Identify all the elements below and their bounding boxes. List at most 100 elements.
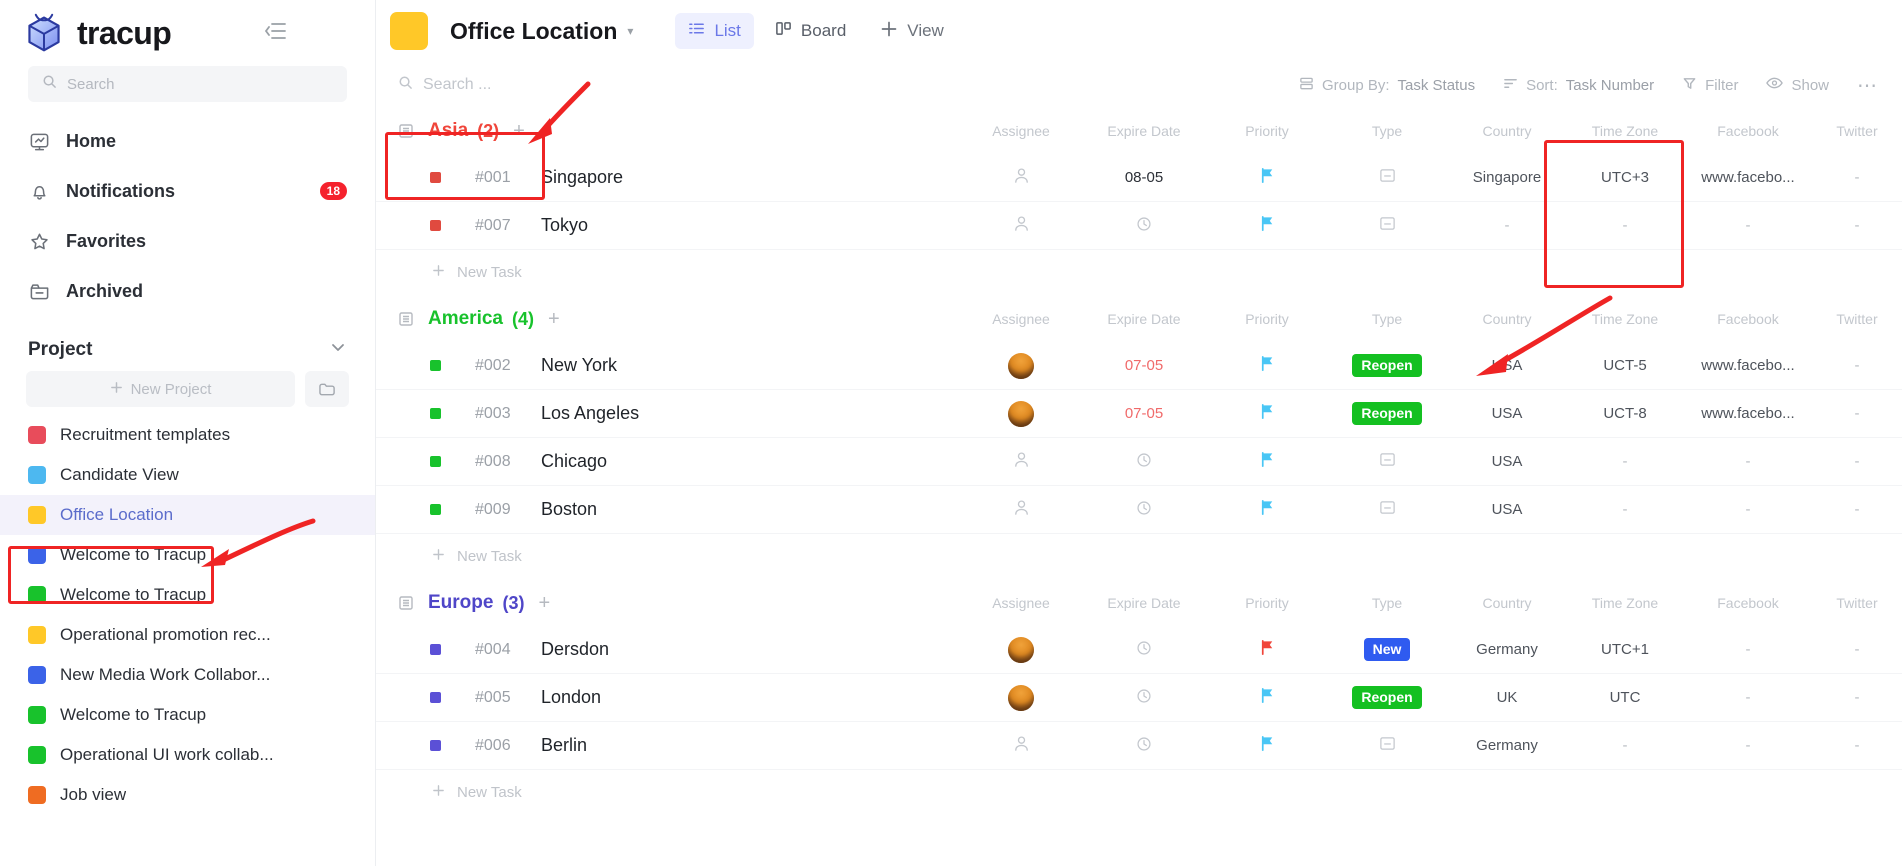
- cell-time-zone[interactable]: -: [1566, 450, 1684, 473]
- column-header-expire-date[interactable]: Expire Date: [1080, 123, 1208, 139]
- group-by-button[interactable]: Group By: Task Status: [1299, 76, 1475, 95]
- cell-priority[interactable]: [1208, 401, 1326, 427]
- cell-twitter[interactable]: -: [1812, 734, 1902, 757]
- sidebar-item-notifications[interactable]: Notifications 18: [0, 166, 375, 216]
- cell-assignee[interactable]: [962, 353, 1080, 379]
- table-row[interactable]: #001 Singapore 08-05: [376, 154, 1902, 202]
- table-row[interactable]: #006 Berlin: [376, 722, 1902, 770]
- new-task-button[interactable]: New Task: [376, 534, 1902, 578]
- cell-time-zone[interactable]: -: [1566, 214, 1684, 237]
- column-header-twitter[interactable]: Twitter: [1812, 595, 1902, 611]
- brand[interactable]: tracup: [0, 0, 375, 62]
- column-header-type[interactable]: Type: [1326, 595, 1448, 611]
- column-header-priority[interactable]: Priority: [1208, 123, 1326, 139]
- cell-facebook[interactable]: www.facebo...: [1684, 401, 1812, 427]
- sidebar-search-input[interactable]: Search: [28, 66, 347, 102]
- cell-expire-date[interactable]: [1080, 214, 1208, 237]
- cell-expire-date[interactable]: [1080, 685, 1208, 711]
- cell-time-zone[interactable]: UCT-8: [1566, 401, 1684, 427]
- table-row[interactable]: #002 New York 07-05 Reopen: [376, 342, 1902, 390]
- cell-facebook[interactable]: -: [1684, 450, 1812, 473]
- column-header-country[interactable]: Country: [1448, 311, 1566, 327]
- column-header-expire-date[interactable]: Expire Date: [1080, 595, 1208, 611]
- cell-country[interactable]: USA: [1448, 353, 1566, 379]
- column-header-assignee[interactable]: Assignee: [962, 123, 1080, 139]
- cell-priority[interactable]: [1208, 214, 1326, 237]
- cell-expire-date[interactable]: 07-05: [1080, 353, 1208, 379]
- sidebar-project-welcome-to-tracup-3[interactable]: Welcome to Tracup: [0, 695, 375, 735]
- cell-twitter[interactable]: -: [1812, 498, 1902, 521]
- cell-time-zone[interactable]: -: [1566, 498, 1684, 521]
- cell-type[interactable]: Reopen: [1326, 685, 1448, 711]
- collapse-group-icon[interactable]: [398, 595, 416, 611]
- cell-twitter[interactable]: -: [1812, 685, 1902, 711]
- cell-type[interactable]: [1326, 214, 1448, 237]
- chevron-down-icon[interactable]: [329, 338, 347, 361]
- cell-assignee[interactable]: [962, 214, 1080, 237]
- sidebar-item-home[interactable]: Home: [0, 116, 375, 166]
- cell-country[interactable]: USA: [1448, 401, 1566, 427]
- sidebar-project-new-media-work[interactable]: New Media Work Collabor...: [0, 655, 375, 695]
- cell-twitter[interactable]: -: [1812, 450, 1902, 473]
- project-section-header[interactable]: Project: [0, 316, 375, 371]
- add-task-to-group-icon[interactable]: +: [548, 308, 560, 331]
- sidebar-project-welcome-to-tracup-1[interactable]: Welcome to Tracup: [0, 535, 375, 575]
- column-header-facebook[interactable]: Facebook: [1684, 595, 1812, 611]
- sidebar-item-archived[interactable]: Archived: [0, 266, 375, 316]
- table-row[interactable]: #008 Chicago: [376, 438, 1902, 486]
- column-header-country[interactable]: Country: [1448, 123, 1566, 139]
- cell-priority[interactable]: [1208, 166, 1326, 189]
- table-row[interactable]: #009 Boston: [376, 486, 1902, 534]
- sort-button[interactable]: Sort: Task Number: [1503, 76, 1654, 95]
- cell-expire-date[interactable]: [1080, 498, 1208, 521]
- cell-priority[interactable]: [1208, 637, 1326, 663]
- column-header-country[interactable]: Country: [1448, 595, 1566, 611]
- cell-priority[interactable]: [1208, 353, 1326, 379]
- cell-priority[interactable]: [1208, 734, 1326, 757]
- cell-assignee[interactable]: [962, 498, 1080, 521]
- cell-facebook[interactable]: -: [1684, 498, 1812, 521]
- cell-time-zone[interactable]: -: [1566, 734, 1684, 757]
- cell-assignee[interactable]: [962, 734, 1080, 757]
- sidebar-item-favorites[interactable]: Favorites: [0, 216, 375, 266]
- cell-twitter[interactable]: -: [1812, 353, 1902, 379]
- add-task-to-group-icon[interactable]: +: [513, 120, 525, 143]
- column-header-priority[interactable]: Priority: [1208, 595, 1326, 611]
- column-header-priority[interactable]: Priority: [1208, 311, 1326, 327]
- column-header-expire-date[interactable]: Expire Date: [1080, 311, 1208, 327]
- cell-twitter[interactable]: -: [1812, 166, 1902, 189]
- cell-type[interactable]: [1326, 166, 1448, 189]
- collapse-group-icon[interactable]: [398, 123, 416, 139]
- cell-type[interactable]: [1326, 450, 1448, 473]
- cell-twitter[interactable]: -: [1812, 214, 1902, 237]
- cell-facebook[interactable]: www.facebo...: [1684, 353, 1812, 379]
- cell-country[interactable]: Germany: [1448, 637, 1566, 663]
- collapse-group-icon[interactable]: [398, 311, 416, 327]
- column-header-facebook[interactable]: Facebook: [1684, 123, 1812, 139]
- cell-time-zone[interactable]: UTC+1: [1566, 637, 1684, 663]
- new-task-button[interactable]: New Task: [376, 770, 1902, 814]
- new-folder-icon[interactable]: [305, 371, 349, 407]
- add-task-to-group-icon[interactable]: +: [538, 592, 550, 615]
- cell-facebook[interactable]: -: [1684, 637, 1812, 663]
- column-header-assignee[interactable]: Assignee: [962, 311, 1080, 327]
- cell-facebook[interactable]: -: [1684, 734, 1812, 757]
- cell-expire-date[interactable]: [1080, 450, 1208, 473]
- column-header-time-zone[interactable]: Time Zone: [1566, 311, 1684, 327]
- sidebar-project-job-view[interactable]: Job view: [0, 775, 375, 815]
- cell-country[interactable]: USA: [1448, 450, 1566, 473]
- cell-type[interactable]: Reopen: [1326, 353, 1448, 379]
- cell-country[interactable]: -: [1448, 214, 1566, 237]
- table-search-input[interactable]: Search ...: [398, 75, 728, 95]
- cell-country[interactable]: USA: [1448, 498, 1566, 521]
- cell-type[interactable]: New: [1326, 637, 1448, 663]
- more-options-button[interactable]: ⋯: [1857, 73, 1878, 98]
- new-project-button[interactable]: New Project: [26, 371, 295, 407]
- cell-type[interactable]: [1326, 734, 1448, 757]
- cell-twitter[interactable]: -: [1812, 401, 1902, 427]
- table-row[interactable]: #007 Tokyo: [376, 202, 1902, 250]
- cell-facebook[interactable]: -: [1684, 214, 1812, 237]
- column-header-time-zone[interactable]: Time Zone: [1566, 595, 1684, 611]
- tab-board[interactable]: Board: [762, 13, 859, 49]
- cell-expire-date[interactable]: 07-05: [1080, 401, 1208, 427]
